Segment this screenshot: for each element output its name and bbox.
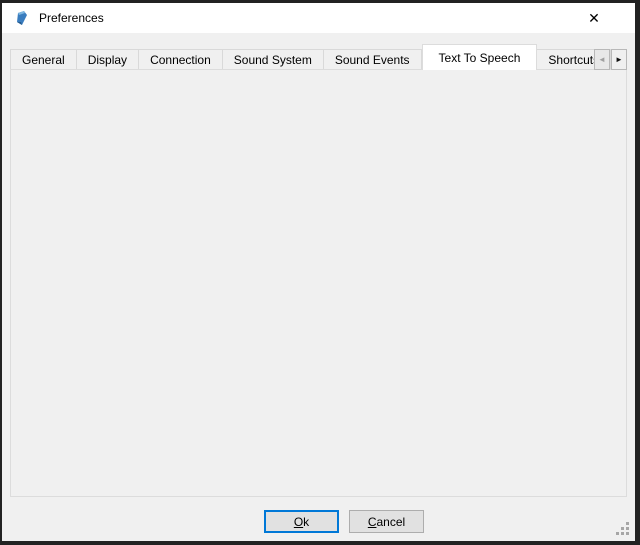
tab[interactable]: Display — [77, 49, 139, 70]
tab[interactable]: General — [10, 49, 77, 70]
tab-label: Text To Speech — [439, 51, 521, 65]
window-title: Preferences — [39, 11, 104, 25]
resize-grip[interactable] — [616, 522, 629, 535]
close-button[interactable]: ✕ — [577, 6, 611, 30]
close-icon: ✕ — [588, 10, 600, 27]
tab-scroll-right-button[interactable]: ► — [611, 49, 627, 70]
arrow-right-icon: ► — [615, 55, 623, 64]
tab[interactable]: Connection — [139, 49, 223, 70]
tab-label: General — [22, 53, 65, 67]
titlebar: Preferences ✕ — [2, 3, 635, 33]
cancel-button[interactable]: Cancel — [349, 510, 424, 533]
tab-label: Display — [88, 53, 127, 67]
tab-scroll-left-button[interactable]: ◄ — [594, 49, 610, 70]
app-icon — [14, 10, 30, 26]
ok-button[interactable]: Ok — [264, 510, 339, 533]
tab-label: Connection — [150, 53, 211, 67]
tab[interactable]: Sound System — [223, 49, 324, 70]
tab-label: Sound System — [234, 53, 312, 67]
tab-scrollers: ◄ ► — [594, 49, 627, 70]
tab-bar: General Display Connection Sound System … — [10, 44, 627, 70]
tab[interactable]: Text To Speech — [422, 44, 538, 70]
tab-label: Shortcuts — [548, 53, 599, 67]
tab-page — [10, 69, 627, 497]
tab-label: Sound Events — [335, 53, 410, 67]
preferences-dialog: Preferences ✕ General Display Connection… — [2, 3, 635, 541]
arrow-left-icon: ◄ — [598, 55, 606, 64]
tab[interactable]: Sound Events — [324, 49, 422, 70]
